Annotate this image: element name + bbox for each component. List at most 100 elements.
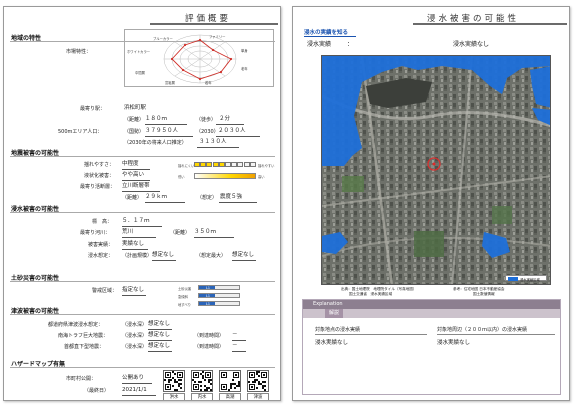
- fault-distance-label: （距離）: [122, 195, 143, 201]
- value-underline: [219, 202, 257, 203]
- source-line: 参考：住宅地図 日本不動産協会: [453, 287, 505, 291]
- nankai-depth-value: 想定なし: [148, 332, 171, 338]
- sediment-bar-label: 地すべり: [178, 303, 191, 307]
- page-subtitle: 浸水の実績を知る: [304, 30, 349, 36]
- qr-code-label: 高潮: [219, 393, 241, 400]
- fault-estimate-value: 震度５強: [220, 194, 243, 200]
- flood-max-label: （想定最大）: [196, 253, 227, 259]
- value-underline: [122, 395, 156, 396]
- population-label: 500mエリア人口：: [58, 129, 103, 135]
- radar-label: 老年: [241, 67, 248, 71]
- value-underline: [122, 237, 156, 238]
- section-divider: [10, 156, 275, 157]
- shake-meter-cell: [212, 162, 219, 167]
- value-underline: [232, 260, 256, 261]
- value-underline: [122, 191, 160, 192]
- flood-record-map[interactable]: [321, 55, 551, 285]
- population-2030-value: ２０３０人: [218, 128, 246, 134]
- sediment-bar-fill: L1: [199, 294, 215, 298]
- sediment-bar-fill: L1: [199, 286, 215, 290]
- qr-code-label: 洪水: [163, 393, 185, 400]
- nankai-arrival-value: －: [232, 332, 238, 338]
- evaluation-summary-page: 評価概要 地域の特性 市場特性： ブルーカラー ホワイトカラー ファミリー 単身…: [3, 6, 281, 401]
- nankai-arrival-label: （到達時間）: [194, 333, 225, 339]
- city-publish-label: 市町村公開：: [66, 376, 97, 382]
- damage-record-value: 実績なし: [122, 241, 145, 247]
- shake-meter-cell: [206, 162, 213, 167]
- radar-svg: [163, 34, 237, 84]
- title-rule: [413, 23, 567, 25]
- shake-label: 揺れやすさ：: [84, 162, 115, 168]
- liquefaction-value: やや高い: [122, 172, 145, 178]
- shake-meter-cell: [231, 162, 238, 167]
- radar-label: 中間層: [135, 71, 145, 75]
- fault-distance-value: ２９ｋｍ: [145, 194, 168, 200]
- sediment-bar: L1: [198, 293, 240, 298]
- value-underline: [216, 136, 260, 137]
- value-underline: [145, 136, 193, 137]
- river-value: 荒川: [122, 229, 134, 235]
- title-rule: [150, 23, 278, 25]
- distance-label: （距離）: [124, 117, 145, 123]
- value-underline: [145, 202, 185, 203]
- explanation-subtitle: 解説: [325, 309, 344, 318]
- sediment-bar-label: 土砂災害: [178, 287, 192, 291]
- value-underline: [216, 124, 244, 125]
- walk-label: （徒歩）: [196, 117, 217, 123]
- source-line: 国土交通省 浸水実績区域: [349, 292, 393, 296]
- value-underline: [194, 237, 234, 238]
- updated-value: 2021/1/1: [122, 387, 147, 393]
- section-divider: [10, 281, 275, 282]
- shake-meter-cell: [237, 162, 244, 167]
- liquefaction-scale-high: 高い: [258, 175, 265, 179]
- col1-value: 浸水実績なし: [315, 340, 349, 346]
- river-distance-label: （距離）: [170, 230, 191, 236]
- explanation-subheader: 解説: [303, 309, 560, 318]
- explanation-box: Explanation 解説 対象地点の浸水実績 対象地周辺（２００ｍ以内）の浸…: [302, 299, 561, 395]
- shake-scale-low: 揺れにくい: [178, 164, 195, 168]
- tokyo-depth-label: （浸水深）: [122, 344, 148, 350]
- qr-code: [219, 370, 241, 392]
- station-label: 最寄り駅：: [80, 106, 106, 112]
- fault-value: 立川断層帯: [122, 183, 150, 189]
- updated-label: （最終日）: [84, 388, 110, 394]
- shake-meter-cell: [200, 162, 207, 167]
- value-underline: [148, 340, 172, 341]
- subtitle-underline: [304, 36, 356, 37]
- population-type-label: （国勢）: [124, 129, 145, 135]
- value-underline: [145, 124, 187, 125]
- flood-plan-value: 想定なし: [152, 252, 175, 258]
- value-underline: [122, 249, 148, 250]
- walk-value: ２分: [219, 116, 231, 122]
- shake-value: 中程度: [122, 161, 139, 167]
- damage-record-label: 被害実績：: [88, 242, 114, 248]
- flood-damage-page: 浸水被害の可能性 浸水の実績を知る 浸水実績 ： 浸水実績なし 浸水実績区域 出…: [292, 6, 570, 401]
- sediment-bar: L1: [198, 301, 240, 306]
- fault-estimate-label: （想定）: [197, 195, 218, 201]
- shake-meter-cell: [249, 162, 256, 167]
- shake-scale-high: 揺れやすい: [258, 164, 275, 168]
- tokyo-arrival-value: －: [232, 343, 238, 349]
- radar-label: 富裕層: [165, 81, 175, 85]
- liquefaction-label: 液状化被害：: [84, 173, 115, 179]
- qr-code-label: 津波: [247, 393, 269, 400]
- record-colon: ：: [347, 41, 354, 48]
- liquefaction-meter: [194, 173, 256, 179]
- sediment-bar-code: L1: [206, 302, 210, 306]
- population-2030-label: （2030）: [196, 129, 219, 135]
- radar-label: ホワイトカラー: [127, 50, 151, 54]
- tokyo-quake-label: 首都直下型地震：: [64, 344, 105, 350]
- fault-label: 最寄り活断層：: [80, 184, 116, 190]
- market-radar-chart: ブルーカラー ホワイトカラー ファミリー 単身 老年 若年 中間層 富裕層: [124, 29, 274, 87]
- section-divider: [10, 367, 275, 368]
- source-line: 国土数値情報: [473, 292, 495, 296]
- record-right-value: 浸水実績なし: [453, 41, 490, 48]
- elevation-value: ５．１７ｍ: [122, 218, 150, 224]
- nankai-label: 南海トラフ巨大地震：: [58, 333, 109, 339]
- qr-code-label: 内水: [191, 393, 213, 400]
- map-legend: 浸水実績区域: [505, 275, 547, 282]
- flood-plan-label: （計画規模）: [122, 253, 153, 259]
- col1-heading: 対象地点の浸水実績: [315, 327, 361, 333]
- value-underline: [232, 351, 246, 352]
- sediment-bar-code: L1: [206, 286, 210, 290]
